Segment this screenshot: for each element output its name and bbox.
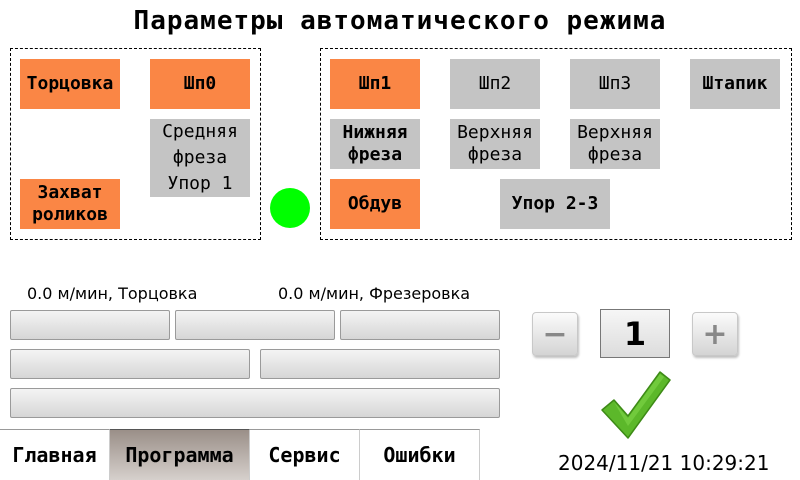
page-title: Параметры автоматического режима	[133, 6, 667, 36]
counter-value: 1	[600, 309, 670, 358]
increment-button[interactable]: +	[692, 312, 738, 356]
tab-oshibki[interactable]: Ошибки	[360, 429, 480, 480]
nizhnyaya-freza-button[interactable]: Нижняя фреза	[330, 119, 420, 169]
tab-programma[interactable]: Программа	[110, 429, 250, 480]
shp0-button[interactable]: Шп0	[150, 59, 250, 109]
srednyaya-freza-upor1-button[interactable]: Средняя фреза Упор 1	[150, 119, 250, 197]
obduv-button[interactable]: Обдув	[330, 179, 420, 229]
datetime-display: 2024/11/21 10:29:21	[558, 451, 770, 475]
value-field-2[interactable]	[175, 310, 335, 340]
shp3-button[interactable]: Шп3	[570, 59, 660, 109]
tortsovka-button[interactable]: Торцовка	[20, 59, 120, 109]
confirm-button[interactable]	[598, 366, 674, 442]
verkhnyaya-freza-1-button[interactable]: Верхняя фреза	[450, 119, 540, 169]
upor23-button[interactable]: Упор 2-3	[500, 179, 610, 229]
checkmark-icon	[601, 371, 671, 439]
value-field-3[interactable]	[340, 310, 500, 340]
shp2-button[interactable]: Шп2	[450, 59, 540, 109]
tab-servis[interactable]: Сервис	[250, 429, 360, 480]
shtapik-button[interactable]: Штапик	[690, 59, 780, 109]
speed-frezerovka-label: 0.0 м/мин, Фрезеровка	[278, 284, 471, 303]
status-indicator-led	[270, 188, 310, 228]
value-field-5[interactable]	[260, 349, 500, 379]
verkhnyaya-freza-2-button[interactable]: Верхняя фреза	[570, 119, 660, 169]
value-field-4[interactable]	[10, 349, 250, 379]
shp1-button[interactable]: Шп1	[330, 59, 420, 109]
zakhvat-rolikov-button[interactable]: Захват роликов	[20, 179, 120, 229]
speed-tortsovka-label: 0.0 м/мин, Торцовка	[27, 284, 198, 303]
value-field-1[interactable]	[10, 310, 170, 340]
tab-glavnaya[interactable]: Главная	[0, 429, 110, 480]
decrement-button[interactable]: −	[532, 312, 578, 356]
value-field-6[interactable]	[10, 388, 500, 418]
